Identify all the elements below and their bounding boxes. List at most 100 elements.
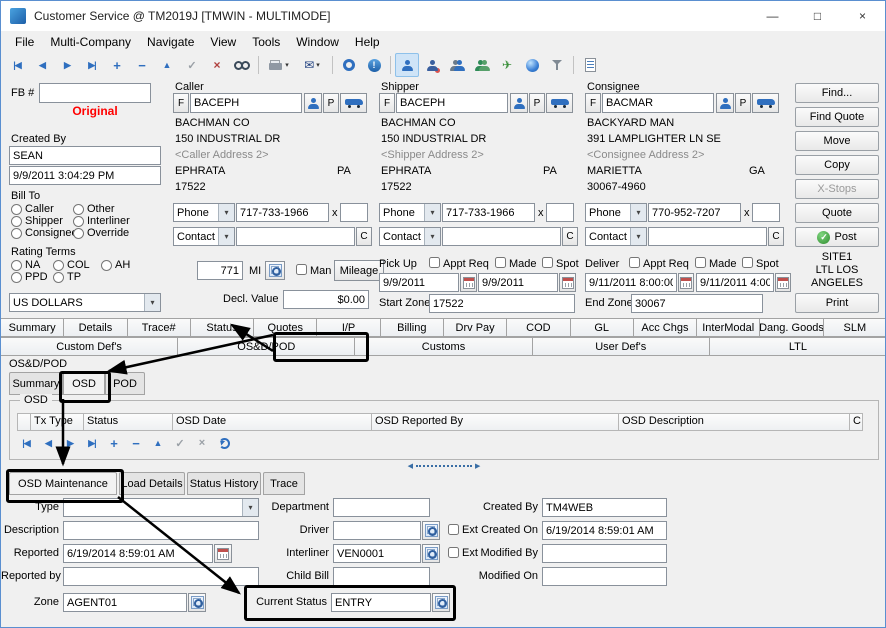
shipper-contact-input[interactable] [442,227,561,246]
consignee-phone-ext-input[interactable] [752,203,780,222]
end-zone-input[interactable] [631,294,763,313]
minimize-button[interactable]: — [750,1,795,31]
caller-phone-select[interactable]: Phone▾ [173,203,235,222]
rating-na-radio[interactable] [11,260,22,271]
caller-f-button[interactable]: F [173,93,189,113]
bill-to-override-radio[interactable] [73,228,84,239]
find-button-right[interactable]: Find... [795,83,879,103]
deliver-appt-checkbox[interactable] [629,257,640,268]
fb-input[interactable] [39,83,151,103]
caller-phone-ext-input[interactable] [340,203,368,222]
grid-save-button[interactable]: ✓ [170,433,190,453]
tab-quotes[interactable]: Quotes [253,318,317,337]
cancel-button[interactable]: × [205,53,229,77]
reported-input[interactable] [63,544,213,563]
shipper-id-input[interactable] [396,93,508,113]
send-mail-button[interactable]: ✉▾ [296,53,328,77]
pickup-spot-checkbox[interactable] [542,257,553,268]
consignee-id-input[interactable] [602,93,714,113]
interliner-ext-checkbox[interactable] [448,547,459,558]
created-by-input[interactable] [9,146,161,165]
x-stops-button[interactable]: X-Stops [795,179,879,199]
previous-record-button[interactable]: ◀ [30,53,54,77]
zone-input[interactable] [63,593,187,612]
created-date-input[interactable] [9,166,161,185]
current-status-input[interactable] [331,593,431,612]
find-button[interactable] [230,53,254,77]
tab-intermodal[interactable]: InterModal [696,318,760,337]
shipper-p-button[interactable]: P [529,93,545,113]
maint-tab-status-history[interactable]: Status History [187,472,261,495]
osd-tab-summary[interactable]: Summary [9,372,63,395]
reported-calendar-button[interactable] [214,544,232,563]
caller-phone-input[interactable] [236,203,329,222]
caller-c-button[interactable]: C [356,227,372,246]
col-osd-date[interactable]: OSD Date [172,413,372,431]
tab-billing[interactable]: Billing [380,318,444,337]
close-button[interactable]: × [840,1,885,31]
man-checkbox[interactable] [296,264,307,275]
grid-refresh-button[interactable] [214,433,234,453]
grid-last-button[interactable]: ▶| [82,433,102,453]
tab-ltl[interactable]: LTL [709,337,886,356]
pickup-date-from-calendar-button[interactable] [460,273,477,292]
consignee-contact-input[interactable] [648,227,767,246]
consignee-phone-input[interactable] [648,203,741,222]
shipper-car-button[interactable] [546,93,573,113]
driver-lookup-button[interactable] [422,521,440,540]
consignee-f-button[interactable]: F [585,93,601,113]
osd-tab-osd[interactable]: OSD [63,372,105,395]
col-partial[interactable]: C [849,413,863,431]
col-osd-description[interactable]: OSD Description [618,413,850,431]
tab-details[interactable]: Details [63,318,127,337]
bill-to-caller-radio[interactable] [11,204,22,215]
rating-ah-radio[interactable] [101,260,112,271]
shipper-phone-ext-input[interactable] [546,203,574,222]
miles-input[interactable] [197,261,243,280]
menu-view[interactable]: View [202,33,244,51]
caller-contact-select[interactable]: Contact▾ [173,227,235,246]
bill-to-other-radio[interactable] [73,204,84,215]
shipper-person-button[interactable] [510,93,528,113]
menu-navigate[interactable]: Navigate [139,33,202,51]
menu-tools[interactable]: Tools [244,33,288,51]
driver-input[interactable] [333,521,421,540]
tab-acc-chgs[interactable]: Acc Chgs [633,318,697,337]
caller-id-input[interactable] [190,93,302,113]
pickup-made-checkbox[interactable] [495,257,506,268]
maximize-button[interactable]: □ [795,1,840,31]
grid-next-button[interactable]: ▶ [60,433,80,453]
consignee-car-button[interactable] [752,93,779,113]
menu-help[interactable]: Help [347,33,388,51]
filter-button[interactable] [545,53,569,77]
tab-status[interactable]: Status [190,318,254,337]
consignee-p-button[interactable]: P [735,93,751,113]
reported-by-input[interactable] [63,567,259,586]
menu-multi-company[interactable]: Multi-Company [42,33,139,51]
carrier-button[interactable] [420,53,444,77]
start-zone-input[interactable] [429,294,575,313]
col-tx-type[interactable]: Tx Type [30,413,84,431]
mileage-button[interactable]: Mileage [334,260,384,281]
tab-dang-goods[interactable]: Dang. Goods [759,318,823,337]
consignee-person-button[interactable] [716,93,734,113]
interliner-lookup-button[interactable] [422,544,440,563]
next-record-button[interactable]: ▶ [55,53,79,77]
pickup-date-to-input[interactable] [478,273,558,292]
modified-by-input[interactable] [542,544,667,563]
tab-gl[interactable]: GL [570,318,634,337]
shipper-c-button[interactable]: C [562,227,578,246]
currency-select[interactable]: US DOLLARS▾ [9,293,161,312]
osd-created-by-input[interactable] [542,498,667,517]
osd-tab-pod[interactable]: POD [105,372,145,395]
rating-col-radio[interactable] [53,260,64,271]
pickup-appt-checkbox[interactable] [429,257,440,268]
expand-button[interactable]: ▲ [155,53,179,77]
pickup-date-from-input[interactable] [379,273,459,292]
deliver-date-from-input[interactable] [585,273,677,292]
caller-p-button[interactable]: P [323,93,339,113]
grid-up-button[interactable]: ▲ [148,433,168,453]
find-quote-button[interactable]: Find Quote [795,107,879,127]
rating-ppd-radio[interactable] [11,272,22,283]
tab-customs[interactable]: Customs [354,337,532,356]
